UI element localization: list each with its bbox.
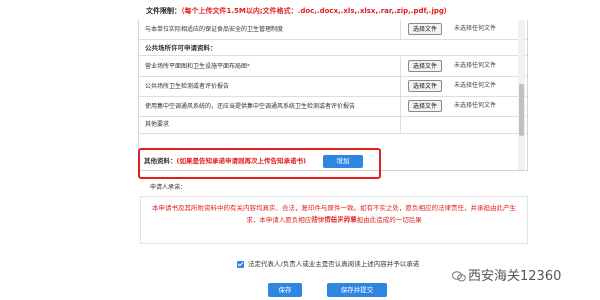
agreement-text: 法定代表人/负责人或业主是否认真阅读上述内容并予以承诺: [248, 260, 420, 268]
attachment-row-upload: 选择文件 未选择任何文件: [402, 97, 527, 116]
attachment-row: 与本单位实际相适应的保证食品安全的卫生管理制度 选择文件 未选择任何文件: [139, 20, 527, 40]
watermark-text: 西安海关12360: [468, 269, 562, 284]
choose-file-button[interactable]: 选择文件: [408, 60, 443, 72]
application-form-page: 文件限制：（每个上传文件1.5M以内;文件格式：.doc,.docx,.xls,…: [0, 0, 600, 300]
save-submit-button[interactable]: 保存并提交: [327, 283, 387, 297]
required-marker: *: [247, 63, 251, 70]
choose-file-button[interactable]: 选择文件: [408, 100, 443, 112]
applicant-commitment-label: 申请人承诺：: [150, 184, 187, 191]
scrollbar-thumb[interactable]: [519, 84, 524, 136]
attachment-row-label: 公共场所卫生检测或者评价报告: [139, 77, 401, 96]
highlight-annotation-box: [138, 148, 381, 179]
watermark: 西安海关12360: [452, 265, 561, 284]
attachment-row: 公共场所卫生检测或者评价报告 选择文件 未选择任何文件: [139, 77, 527, 97]
attachment-row-upload: 选择文件 未选择任何文件: [402, 57, 527, 76]
save-button[interactable]: 保存: [268, 283, 302, 297]
agreement-checkbox[interactable]: [237, 260, 244, 268]
section-title-public-venue: 公共场所许可申请资料：: [139, 40, 527, 56]
file-status-text: 未选择任何文件: [454, 62, 497, 69]
file-status-text: 未选择任何文件: [454, 25, 497, 32]
attachment-row: 使用集中空调通风系统的，还应当提供集中空调通风系统卫生检测或者评价报告 选择文件…: [139, 97, 527, 117]
choose-file-button[interactable]: 选择文件: [408, 80, 443, 92]
file-status-text: 未选择任何文件: [454, 82, 497, 89]
commitment-notice-box: 本申请书及其所附资料中的有关内容均真实、合法，复印件与原件一致。如有不实之处，愿…: [140, 196, 528, 244]
notice-line-2: 求，本申请人愿负相应法律责任，并承担由此造成的一切后果: [246, 216, 422, 224]
attachment-row-label: 使用集中空调通风系统的，还应当提供集中空调通风系统卫生检测或者评价报告: [139, 97, 401, 116]
attachment-row-upload: 选择文件 未选择任何文件: [402, 20, 527, 39]
choose-file-button[interactable]: 选择文件: [408, 23, 443, 35]
agreement-checkbox-row[interactable]: 法定代表人/负责人或业主是否认真阅读上述内容并予以承诺: [237, 258, 419, 268]
attachment-row-label: 其他要求: [139, 117, 401, 133]
file-status-text: 未选择任何文件: [454, 102, 497, 109]
attachment-row: 营业场所平面图和卫生设施平面布局图* 选择文件 未选择任何文件: [139, 57, 527, 77]
attachment-row-label: 营业场所平面图和卫生设施平面布局图*: [139, 57, 401, 76]
attachment-row: 其他要求: [139, 117, 527, 134]
file-limit-note: 文件限制：（每个上传文件1.5M以内;文件格式：.doc,.docx,.xls,…: [146, 6, 451, 16]
wechat-icon: [452, 271, 466, 282]
attachment-row-label: 与本单位实际相适应的保证食品安全的卫生管理制度: [139, 20, 401, 39]
file-limit-text: （每个上传文件1.5M以内;文件格式：.doc,.docx,.xls,.xlsx…: [181, 7, 451, 15]
attachment-row-upload: 选择文件 未选择任何文件: [402, 77, 527, 96]
file-limit-label: 文件限制：: [146, 7, 181, 15]
